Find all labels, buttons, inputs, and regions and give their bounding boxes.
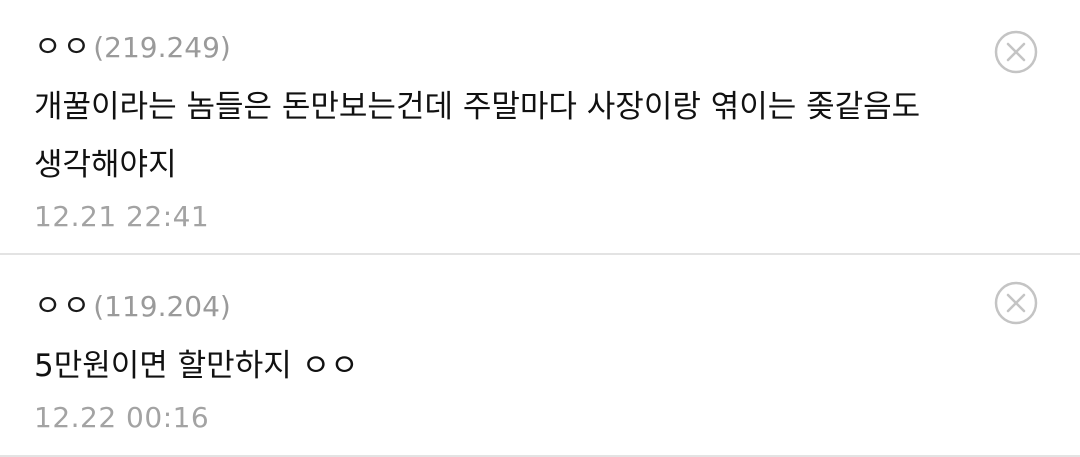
delete-comment-button[interactable]	[994, 281, 1038, 325]
close-circle-icon	[994, 30, 1038, 74]
close-circle-icon	[994, 281, 1038, 325]
comment-item: ㅇㅇ (219.249) 개꿀이라는 놈들은 돈만보는건데 주말마다 사장이랑 …	[0, 0, 1080, 255]
comment-nickname[interactable]: ㅇㅇ	[34, 281, 91, 325]
comment-author-line: ㅇㅇ (219.249)	[34, 22, 970, 68]
comment-timestamp: 12.22 00:16	[34, 401, 210, 434]
comment-item: ㅇㅇ (119.204) 5만원이면 할만하지 ㅇㅇ 12.22 00:16	[0, 255, 1080, 455]
comment-body: 5만원이면 할만하지 ㅇㅇ	[34, 348, 359, 384]
delete-comment-button[interactable]	[994, 30, 1038, 74]
comment-list: ㅇㅇ (219.249) 개꿀이라는 놈들은 돈만보는건데 주말마다 사장이랑 …	[0, 0, 1080, 457]
comment-ip: (119.204)	[93, 290, 231, 323]
comment-timestamp: 12.21 22:41	[34, 200, 210, 233]
comment-body: 개꿀이라는 놈들은 돈만보는건데 주말마다 사장이랑 엮이는 좆같음도 생각해야…	[34, 89, 921, 183]
comment-nickname[interactable]: ㅇㅇ	[34, 22, 91, 66]
comment-author-line: ㅇㅇ (119.204)	[34, 281, 970, 327]
comment-ip: (219.249)	[93, 31, 231, 64]
